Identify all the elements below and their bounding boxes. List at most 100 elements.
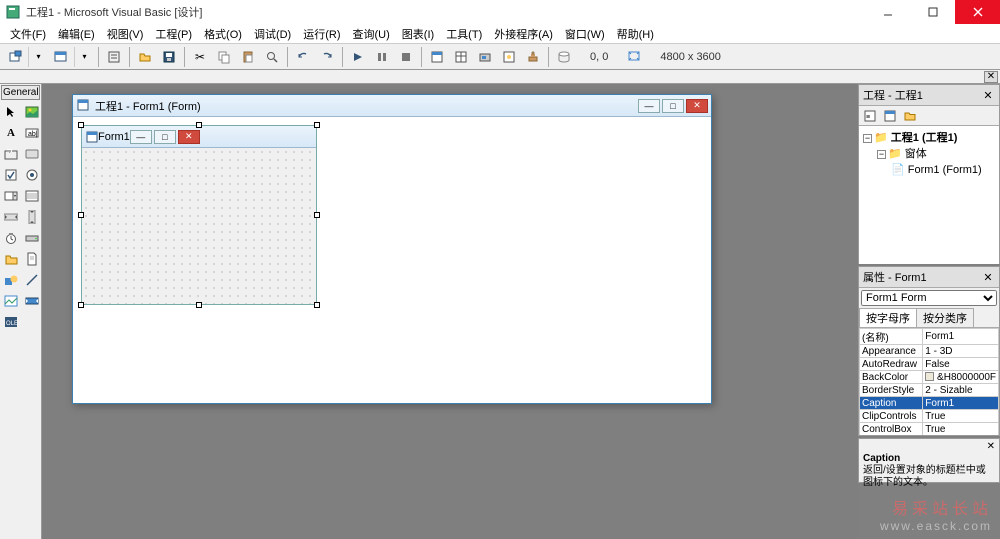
filelistbox-tool[interactable] <box>22 249 42 269</box>
break-button[interactable] <box>371 46 393 68</box>
property-row[interactable]: ControlBoxTrue <box>860 423 999 436</box>
end-button[interactable] <box>395 46 417 68</box>
cut-button[interactable]: ✂ <box>189 46 211 68</box>
tab-alphabetic[interactable]: 按字母序 <box>859 308 917 327</box>
save-button[interactable] <box>158 46 180 68</box>
menu-window[interactable]: 窗口(W) <box>559 24 611 44</box>
drivelistbox-tool[interactable] <box>22 228 42 248</box>
toggle-folders-button[interactable] <box>901 108 919 124</box>
resize-handle-ml[interactable] <box>78 212 84 218</box>
tree-form-node[interactable]: 📄 Form1 (Form1) <box>863 162 995 178</box>
toolbox-title[interactable]: General <box>1 85 40 100</box>
combobox-tool[interactable] <box>1 186 21 206</box>
view-code-button[interactable]: ≡ <box>861 108 879 124</box>
paste-button[interactable] <box>237 46 259 68</box>
add-form-button[interactable] <box>50 46 72 68</box>
ole-tool[interactable]: OLE <box>1 312 21 332</box>
menu-run[interactable]: 运行(R) <box>297 24 346 44</box>
property-row[interactable]: BorderStyle2 - Sizable <box>860 384 999 397</box>
resize-handle-bm[interactable] <box>196 302 202 308</box>
tab-categorized[interactable]: 按分类序 <box>916 308 974 327</box>
project-explorer-button[interactable] <box>426 46 448 68</box>
menu-tools[interactable]: 工具(T) <box>440 24 488 44</box>
project-tree[interactable]: −📁 工程1 (工程1) −📁 窗体 📄 Form1 (Form1) <box>859 126 999 264</box>
tree-project-node[interactable]: −📁 工程1 (工程1) <box>863 130 995 146</box>
mdi-doc-close[interactable]: ✕ <box>984 71 998 83</box>
resize-handle-tr[interactable] <box>314 122 320 128</box>
designer-canvas[interactable]: Form1 — □ ✕ <box>73 117 711 403</box>
design-form-body[interactable] <box>82 148 316 304</box>
add-project-dropdown[interactable]: ▾ <box>28 47 48 67</box>
designer-maximize[interactable]: □ <box>662 99 684 113</box>
properties-object-selector[interactable]: Form1 Form <box>861 290 997 306</box>
menu-format[interactable]: 格式(O) <box>198 24 248 44</box>
menu-project[interactable]: 工程(P) <box>149 24 198 44</box>
resize-handle-tm[interactable] <box>196 122 202 128</box>
add-form-dropdown[interactable]: ▾ <box>74 47 94 67</box>
properties-window-button[interactable] <box>450 46 472 68</box>
resize-handle-mr[interactable] <box>314 212 320 218</box>
designer-minimize[interactable]: — <box>638 99 660 113</box>
data-view-button[interactable] <box>553 46 575 68</box>
open-button[interactable] <box>134 46 156 68</box>
designer-close[interactable]: ✕ <box>686 99 708 113</box>
hscrollbar-tool[interactable] <box>1 207 21 227</box>
resize-handle-bl[interactable] <box>78 302 84 308</box>
property-row[interactable]: ClipControlsTrue <box>860 410 999 423</box>
start-button[interactable] <box>347 46 369 68</box>
design-form[interactable]: Form1 — □ ✕ <box>81 125 317 305</box>
tree-folder-node[interactable]: −📁 窗体 <box>863 146 995 162</box>
property-row[interactable]: Appearance1 - 3D <box>860 345 999 358</box>
property-row[interactable]: BackColor &H8000000F <box>860 371 999 384</box>
form-selection[interactable]: Form1 — □ ✕ <box>81 125 317 305</box>
checkbox-tool[interactable] <box>1 165 21 185</box>
resize-handle-br[interactable] <box>314 302 320 308</box>
object-browser-button[interactable] <box>498 46 520 68</box>
menu-help[interactable]: 帮助(H) <box>611 24 660 44</box>
property-row[interactable]: CaptionForm1 <box>860 397 999 410</box>
add-project-button[interactable] <box>4 46 26 68</box>
textbox-tool[interactable]: ab| <box>22 123 42 143</box>
property-row[interactable]: AutoRedrawFalse <box>860 358 999 371</box>
close-button[interactable] <box>955 0 1000 24</box>
data-tool[interactable] <box>22 291 42 311</box>
properties-panel-close[interactable]: ✕ <box>981 270 995 284</box>
project-panel-close[interactable]: ✕ <box>981 88 995 102</box>
designer-titlebar[interactable]: 工程1 - Form1 (Form) — □ ✕ <box>73 95 711 117</box>
redo-button[interactable] <box>316 46 338 68</box>
resize-handle-tl[interactable] <box>78 122 84 128</box>
pointer-tool[interactable] <box>1 102 21 122</box>
commandbutton-tool[interactable] <box>22 144 42 164</box>
menu-query[interactable]: 查询(U) <box>347 24 396 44</box>
menu-view[interactable]: 视图(V) <box>101 24 150 44</box>
desc-panel-close[interactable]: ✕ <box>987 441 995 452</box>
vscrollbar-tool[interactable] <box>22 207 42 227</box>
label-tool[interactable]: A <box>1 123 21 143</box>
image-tool[interactable] <box>1 291 21 311</box>
menu-diagram[interactable]: 图表(I) <box>396 24 440 44</box>
form-designer-window[interactable]: 工程1 - Form1 (Form) — □ ✕ Form1 — <box>72 94 712 404</box>
optionbutton-tool[interactable] <box>22 165 42 185</box>
timer-tool[interactable] <box>1 228 21 248</box>
properties-grid[interactable]: (名称)Form1Appearance1 - 3DAutoRedrawFalse… <box>859 328 999 435</box>
copy-button[interactable] <box>213 46 235 68</box>
menu-edit[interactable]: 编辑(E) <box>52 24 101 44</box>
menu-addins[interactable]: 外接程序(A) <box>488 24 559 44</box>
menu-editor-button[interactable] <box>103 46 125 68</box>
menu-file[interactable]: 文件(F) <box>4 24 52 44</box>
maximize-button[interactable] <box>910 0 955 24</box>
shape-tool[interactable] <box>1 270 21 290</box>
property-row[interactable]: (名称)Form1 <box>860 329 999 345</box>
frame-tool[interactable]: xy <box>1 144 21 164</box>
menu-debug[interactable]: 调试(D) <box>248 24 297 44</box>
undo-button[interactable] <box>292 46 314 68</box>
listbox-tool[interactable] <box>22 186 42 206</box>
line-tool[interactable] <box>22 270 42 290</box>
find-button[interactable] <box>261 46 283 68</box>
dirlistbox-tool[interactable] <box>1 249 21 269</box>
form-layout-button[interactable] <box>474 46 496 68</box>
minimize-button[interactable] <box>865 0 910 24</box>
toolbox-button[interactable] <box>522 46 544 68</box>
view-object-button[interactable] <box>881 108 899 124</box>
picturebox-tool[interactable] <box>22 102 42 122</box>
